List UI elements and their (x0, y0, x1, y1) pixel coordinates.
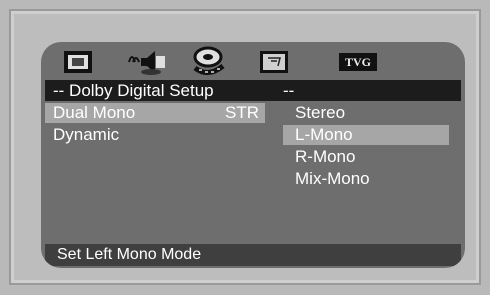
option-mix-mono[interactable]: Mix-Mono (283, 169, 449, 189)
preference-icon[interactable] (259, 50, 289, 74)
option-label: Stereo (295, 103, 346, 122)
page-title-text: -- Dolby Digital Setup (53, 81, 214, 100)
page-title-suffix: -- (283, 81, 295, 100)
video-setup-icon[interactable] (191, 46, 227, 78)
option-label: Mix-Mono (295, 169, 370, 188)
option-stereo[interactable]: Stereo (283, 103, 449, 123)
option-label: R-Mono (295, 147, 356, 166)
general-setup-icon[interactable] (63, 50, 93, 74)
setting-dual-mono[interactable]: Dual Mono STR (45, 103, 265, 123)
tvg-icon[interactable]: TVG (339, 53, 377, 71)
page-title: -- Dolby Digital Setup -- (45, 80, 461, 101)
menu-icon-bar: TVG (41, 42, 465, 82)
status-text: Set Left Mono Mode (57, 246, 202, 263)
option-label: L-Mono (295, 125, 353, 144)
setting-label: Dynamic (53, 125, 120, 144)
setting-label: Dual Mono (53, 103, 136, 122)
option-l-mono[interactable]: L-Mono (283, 125, 449, 145)
audio-setup-icon[interactable] (125, 48, 169, 76)
setting-dynamic[interactable]: Dynamic (45, 125, 265, 145)
status-bar: Set Left Mono Mode (45, 244, 461, 266)
osd-menu: TVG -- Dolby Digital Setup -- Dual Mono … (41, 42, 465, 268)
option-r-mono[interactable]: R-Mono (283, 147, 449, 167)
setting-value: STR (225, 103, 259, 122)
